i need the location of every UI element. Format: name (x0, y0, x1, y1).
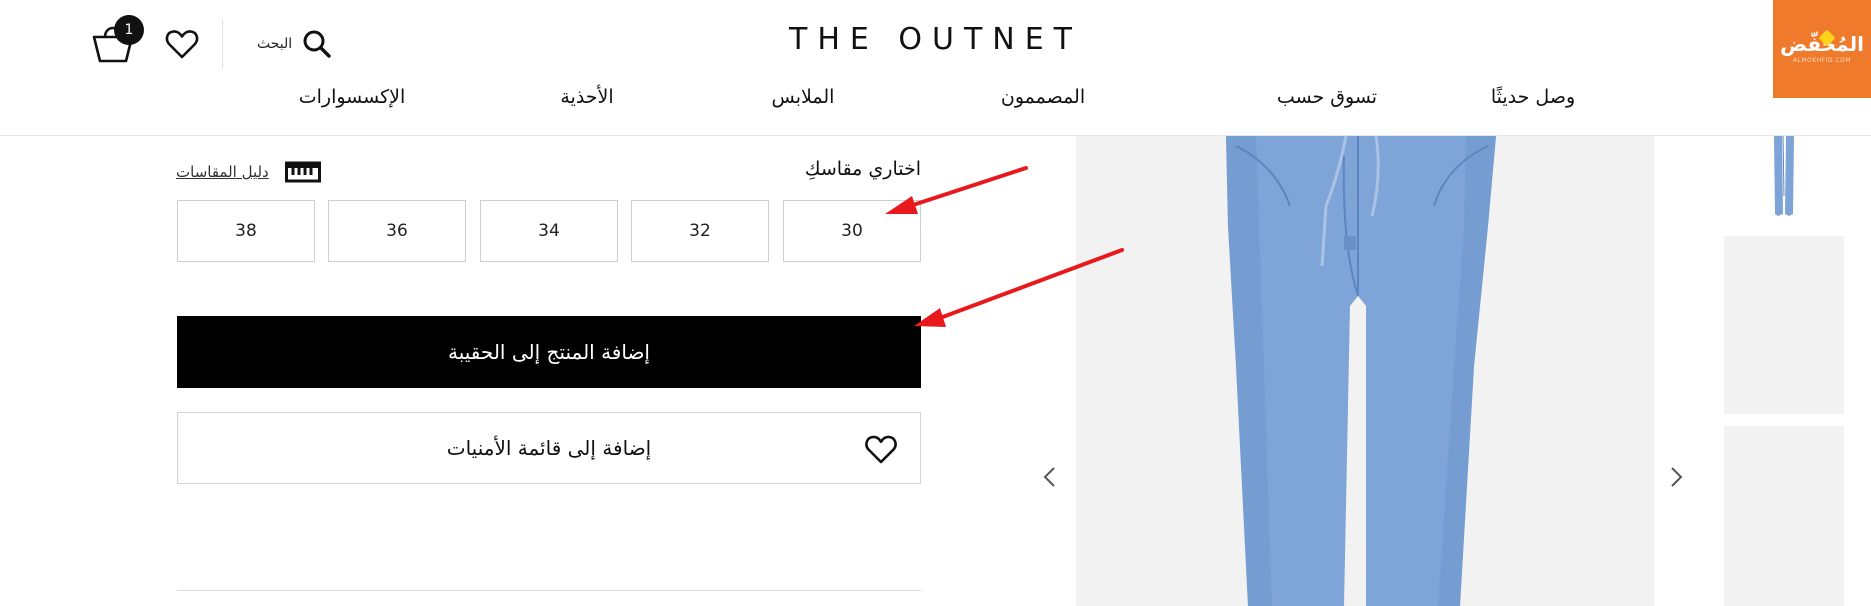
size-title: اختاري مقاسكِ (804, 158, 921, 180)
search-label: البحث (257, 36, 293, 52)
nav-item-shoes[interactable]: الأحذية (560, 86, 613, 108)
thumbnail-2[interactable] (1724, 236, 1844, 414)
nav-item-shop-by[interactable]: تسوق حسب (1277, 86, 1377, 108)
thumbnail-1[interactable] (1724, 135, 1844, 224)
nav-item-new-in[interactable]: وصل حديثًا (1491, 86, 1575, 108)
search-icon (303, 30, 331, 58)
search-button[interactable]: البحث (257, 29, 332, 59)
chevron-left-icon[interactable] (1038, 462, 1062, 492)
size-guide-label: دليل المقاسات (176, 163, 269, 181)
size-option-32[interactable]: 32 (631, 200, 769, 262)
thumbnail-jeans-image (1724, 135, 1844, 224)
main-nav: وصل حديثًا تسوق حسب المصممون الملابس الأ… (0, 86, 1871, 116)
heart-icon[interactable] (164, 26, 200, 62)
bag-count-badge: 1 (114, 15, 144, 45)
size-guide-link[interactable]: دليل المقاسات (176, 160, 321, 184)
section-divider (177, 590, 921, 591)
thumbnail-strip (1724, 135, 1844, 606)
chevron-right-icon[interactable] (1664, 462, 1688, 492)
utility-divider (222, 19, 223, 69)
heart-icon (865, 435, 897, 464)
nav-item-designers[interactable]: المصممون (1001, 86, 1085, 108)
size-option-34[interactable]: 34 (480, 200, 618, 262)
size-option-30[interactable]: 30 (783, 200, 921, 262)
ruler-icon (284, 161, 321, 183)
jeans-photo (1076, 136, 1654, 606)
size-option-36[interactable]: 36 (328, 200, 466, 262)
add-to-bag-button[interactable]: إضافة المنتج إلى الحقيبة (177, 316, 921, 388)
add-to-wishlist-label: إضافة إلى قائمة الأمنيات (446, 436, 652, 460)
nav-item-accessories[interactable]: الإكسسوارات (299, 86, 406, 108)
nav-item-clothing[interactable]: الملابس (772, 86, 835, 108)
add-to-wishlist-button[interactable]: إضافة إلى قائمة الأمنيات (177, 412, 921, 484)
size-option-38[interactable]: 38 (177, 200, 315, 262)
product-main-image[interactable] (1076, 136, 1654, 606)
size-options: 30 32 34 36 38 (177, 200, 921, 262)
site-header: المُخفّض ALMOKHFID.COM THE OUTNET 1 البح… (0, 0, 1871, 136)
badge-subtext: ALMOKHFID.COM (1792, 57, 1852, 64)
bag-button[interactable]: 1 (90, 15, 144, 67)
header-utilities: 1 البحث (90, 15, 332, 72)
thumbnail-3[interactable] (1724, 426, 1844, 606)
